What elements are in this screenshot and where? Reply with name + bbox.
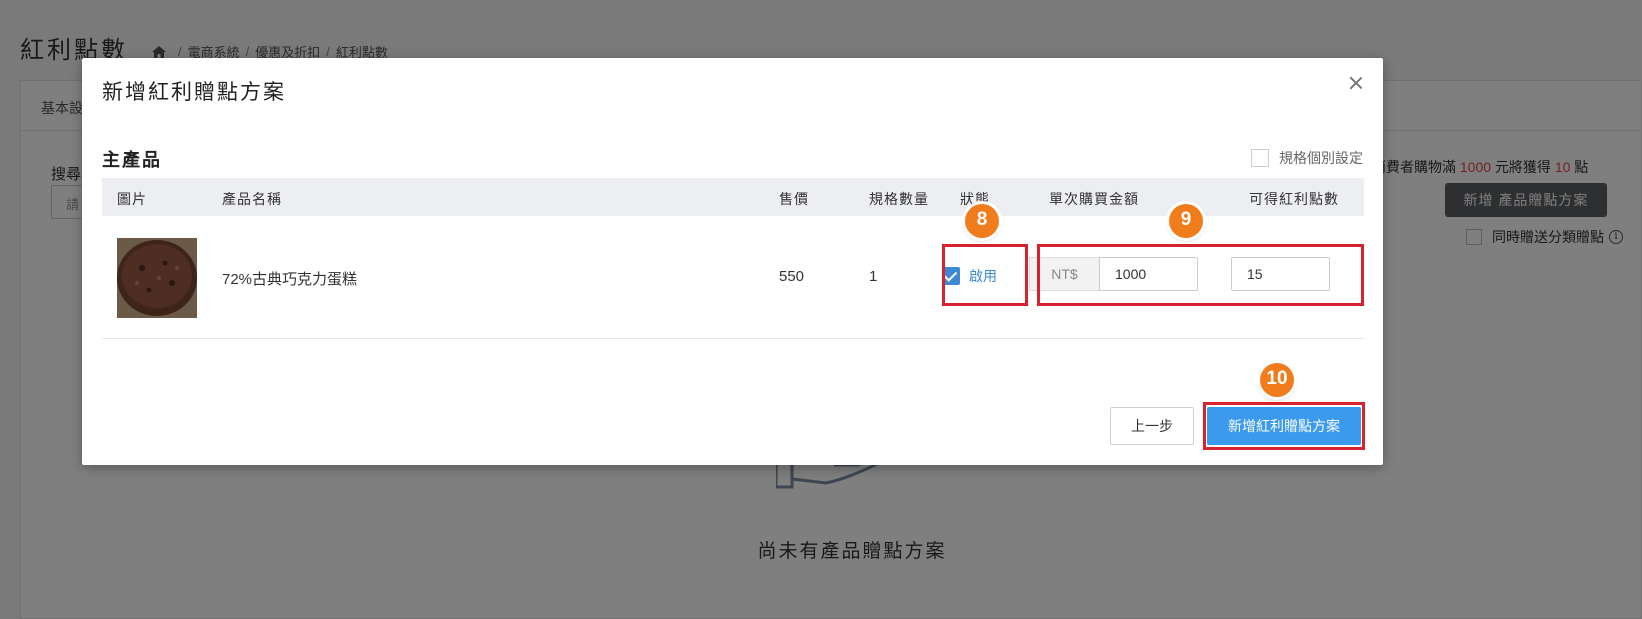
spec-individual-label: 規格個別設定 (1279, 150, 1363, 166)
spec-individual-checkbox[interactable] (1251, 149, 1269, 167)
col-product-name: 產品名稱 (222, 191, 282, 207)
product-name: 72%古典巧克力蛋糕 (222, 271, 358, 288)
step-badge-10: 10 (1260, 363, 1294, 397)
submit-bonus-plan-button[interactable]: 新增紅利贈點方案 (1207, 407, 1361, 445)
status-label: 啟用 (969, 268, 997, 284)
step-badge-9: 9 (1169, 204, 1203, 238)
close-icon[interactable] (1349, 76, 1363, 90)
currency-addon: NT$ (1029, 257, 1099, 291)
col-purchase-amount: 單次購買金額 (1049, 191, 1139, 207)
product-spec-count: 1 (869, 268, 878, 285)
product-price: 550 (779, 268, 805, 285)
modal-title: 新增紅利贈點方案 (102, 81, 286, 104)
product-image (117, 238, 197, 318)
section-title-main-product: 主產品 (102, 150, 162, 170)
col-spec-count: 規格數量 (869, 191, 929, 207)
previous-step-button[interactable]: 上一步 (1110, 407, 1194, 445)
purchase-amount-input[interactable]: 1000 (1099, 257, 1198, 291)
status-toggle[interactable]: 啟用 (942, 266, 997, 286)
col-image: 圖片 (117, 191, 147, 207)
step-badge-8: 8 (965, 204, 999, 238)
col-bonus-points: 可得紅利點數 (1249, 191, 1339, 207)
col-price: 售價 (779, 191, 809, 207)
purchase-amount-group: NT$ 1000 (1029, 257, 1198, 291)
bonus-points-input[interactable]: 15 (1231, 257, 1330, 291)
add-bonus-plan-modal: 新增紅利贈點方案 主產品 規格個別設定 圖片 產品名稱 售價 規格數量 狀態 單… (82, 58, 1383, 465)
spec-individual-option: 規格個別設定 (1251, 148, 1363, 168)
status-checkbox[interactable] (942, 267, 960, 285)
